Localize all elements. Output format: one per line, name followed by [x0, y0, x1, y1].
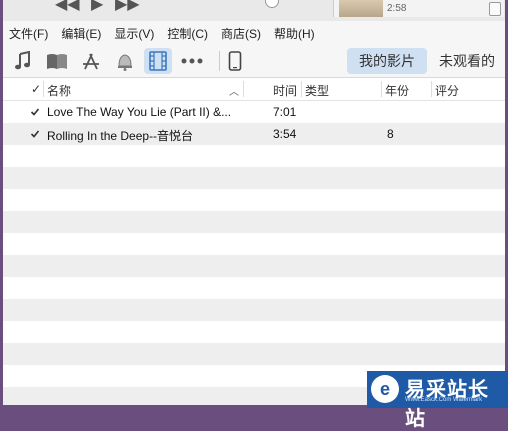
row-checkbox[interactable]	[30, 107, 40, 117]
column-header-rating[interactable]: 评分	[435, 82, 459, 99]
menu-controls[interactable]: 控制(C)	[167, 25, 208, 42]
more-icon[interactable]	[178, 48, 206, 74]
empty-row	[3, 277, 505, 299]
empty-row	[3, 189, 505, 211]
tab-unwatched[interactable]: 未观看的	[439, 48, 505, 74]
column-divider	[243, 81, 244, 97]
itunes-window: ◀◀ ▶ ▶▶ 2:58 文件(F) 编辑(E) 显示(V) 控制(C) 商店(…	[3, 0, 505, 405]
toolbar-divider	[219, 51, 220, 71]
watermark-subtitle: Www.Easck.Com Watermark	[405, 397, 483, 403]
column-divider	[301, 81, 302, 97]
empty-row	[3, 167, 505, 189]
volume-slider-knob[interactable]	[265, 0, 279, 8]
column-divider	[381, 81, 382, 97]
menu-store[interactable]: 商店(S)	[221, 25, 261, 42]
column-divider	[431, 81, 432, 97]
row-time: 7:01	[273, 105, 297, 119]
column-header-name[interactable]: 名称	[47, 82, 71, 99]
phone-icon[interactable]	[221, 48, 249, 74]
column-header-time[interactable]: 时间	[273, 82, 297, 99]
column-header-year[interactable]: 年份	[385, 82, 409, 99]
play-icon[interactable]: ▶	[91, 0, 103, 14]
empty-row	[3, 145, 505, 167]
app-store-icon[interactable]	[77, 48, 105, 74]
movie-list: Love The Way You Lie (Part II) &... 7:01…	[3, 101, 505, 405]
sort-chevron-up-icon[interactable]: ︿	[229, 83, 239, 98]
menu-bar: 文件(F) 编辑(E) 显示(V) 控制(C) 商店(S) 帮助(H)	[3, 22, 505, 44]
empty-row	[3, 211, 505, 233]
tab-my-movies[interactable]: 我的影片	[347, 48, 427, 74]
row-checkbox[interactable]	[30, 129, 40, 139]
up-next-button[interactable]	[489, 2, 501, 16]
next-icon[interactable]: ▶▶	[115, 0, 140, 14]
player-controls-strip: ◀◀ ▶ ▶▶ 2:58	[3, 0, 505, 21]
album-art-thumbnail	[339, 0, 383, 17]
row-year: 8	[387, 127, 394, 141]
elapsed-time: 2:58	[387, 3, 407, 14]
media-toolbar: 我的影片 未观看的	[3, 46, 505, 76]
column-header-genre[interactable]: 类型	[305, 82, 329, 99]
watermark-banner: e 易采站长站 Www.Easck.Com Watermark	[367, 371, 508, 430]
empty-row	[3, 299, 505, 321]
menu-help[interactable]: 帮助(H)	[274, 25, 315, 42]
table-header: ✓ 名称 ︿ 时间 类型 年份 评分	[3, 78, 505, 101]
row-name: Rolling In the Deep--音悦台	[47, 129, 194, 143]
empty-row	[3, 321, 505, 343]
row-time: 3:54	[273, 127, 297, 141]
empty-row	[3, 343, 505, 365]
table-row[interactable]: Love The Way You Lie (Part II) &... 7:01	[3, 101, 505, 123]
menu-edit[interactable]: 编辑(E)	[61, 25, 101, 42]
bell-icon[interactable]	[111, 48, 139, 74]
previous-icon[interactable]: ◀◀	[55, 0, 80, 14]
empty-row	[3, 255, 505, 277]
menu-view[interactable]: 显示(V)	[114, 25, 154, 42]
column-divider	[43, 81, 44, 97]
table-row[interactable]: Rolling In the Deep--音悦台 3:54 8	[3, 123, 505, 145]
watermark-logo-icon: e	[371, 375, 399, 403]
row-name: Love The Way You Lie (Part II) &...	[47, 105, 232, 119]
column-header-check[interactable]: ✓	[31, 82, 41, 96]
menu-file[interactable]: 文件(F)	[9, 25, 48, 42]
music-note-icon[interactable]	[9, 48, 37, 74]
book-icon[interactable]	[43, 48, 71, 74]
empty-row	[3, 233, 505, 255]
film-icon[interactable]	[144, 48, 172, 74]
